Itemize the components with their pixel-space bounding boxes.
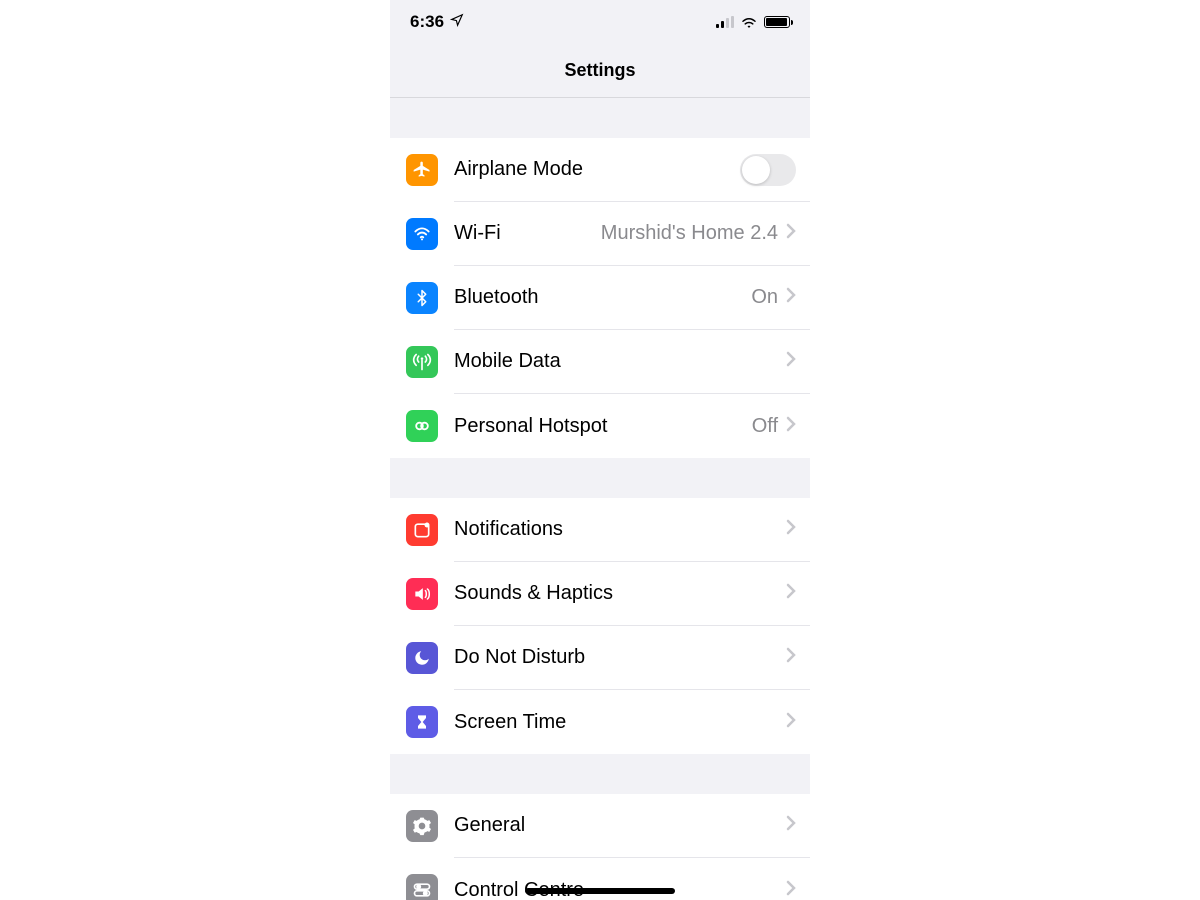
phone-frame: 6:36 Settings bbox=[390, 0, 810, 900]
status-bar: 6:36 bbox=[390, 0, 810, 44]
wifi-status-icon bbox=[740, 15, 758, 29]
navigation-arrow-icon bbox=[450, 12, 464, 32]
row-value: On bbox=[751, 286, 778, 309]
row-label: General bbox=[454, 814, 525, 837]
notifications-icon bbox=[406, 514, 438, 546]
gear-icon bbox=[406, 810, 438, 842]
hotspot-icon bbox=[406, 410, 438, 442]
wifi-icon bbox=[406, 218, 438, 250]
moon-icon bbox=[406, 642, 438, 674]
section-gap bbox=[390, 98, 810, 138]
row-value: Murshid's Home 2.4 bbox=[601, 222, 778, 245]
page-title-label: Settings bbox=[564, 60, 635, 81]
row-bluetooth[interactable]: Bluetooth On bbox=[390, 266, 810, 330]
airplane-toggle[interactable] bbox=[740, 154, 796, 186]
antenna-icon bbox=[406, 346, 438, 378]
battery-icon bbox=[764, 16, 790, 28]
row-do-not-disturb[interactable]: Do Not Disturb bbox=[390, 626, 810, 690]
section-gap bbox=[390, 754, 810, 794]
row-label: Mobile Data bbox=[454, 350, 561, 373]
cellular-signal-icon bbox=[716, 16, 734, 28]
row-label: Notifications bbox=[454, 518, 563, 541]
bluetooth-icon bbox=[406, 282, 438, 314]
status-time: 6:36 bbox=[410, 12, 444, 32]
row-label: Sounds & Haptics bbox=[454, 582, 613, 605]
row-label: Personal Hotspot bbox=[454, 415, 607, 438]
settings-section-system: General Control Centre bbox=[390, 794, 810, 900]
sounds-icon bbox=[406, 578, 438, 610]
row-airplane-mode[interactable]: Airplane Mode bbox=[390, 138, 810, 202]
section-gap bbox=[390, 458, 810, 498]
row-label: Bluetooth bbox=[454, 286, 539, 309]
row-sounds-haptics[interactable]: Sounds & Haptics bbox=[390, 562, 810, 626]
row-general[interactable]: General bbox=[390, 794, 810, 858]
row-screen-time[interactable]: Screen Time bbox=[390, 690, 810, 754]
chevron-right-icon bbox=[786, 583, 796, 604]
page-title: Settings bbox=[390, 44, 810, 98]
settings-section-connectivity: Airplane Mode Wi-Fi Murshid's Home 2.4 bbox=[390, 138, 810, 458]
airplane-icon bbox=[406, 154, 438, 186]
row-personal-hotspot[interactable]: Personal Hotspot Off bbox=[390, 394, 810, 458]
chevron-right-icon bbox=[786, 351, 796, 372]
status-right bbox=[716, 15, 790, 29]
chevron-right-icon bbox=[786, 712, 796, 733]
chevron-right-icon bbox=[786, 647, 796, 668]
chevron-right-icon bbox=[786, 880, 796, 900]
row-label: Airplane Mode bbox=[454, 158, 583, 181]
chevron-right-icon bbox=[786, 223, 796, 244]
row-notifications[interactable]: Notifications bbox=[390, 498, 810, 562]
chevron-right-icon bbox=[786, 416, 796, 437]
row-label: Wi-Fi bbox=[454, 222, 501, 245]
settings-section-alerts: Notifications Sounds & Haptics bbox=[390, 498, 810, 754]
row-value: Off bbox=[752, 415, 778, 438]
row-mobile-data[interactable]: Mobile Data bbox=[390, 330, 810, 394]
row-wifi[interactable]: Wi-Fi Murshid's Home 2.4 bbox=[390, 202, 810, 266]
switches-icon bbox=[406, 874, 438, 900]
row-label: Screen Time bbox=[454, 711, 566, 734]
hourglass-icon bbox=[406, 706, 438, 738]
chevron-right-icon bbox=[786, 287, 796, 308]
row-label: Do Not Disturb bbox=[454, 646, 585, 669]
home-indicator[interactable] bbox=[525, 888, 675, 894]
chevron-right-icon bbox=[786, 815, 796, 836]
status-left: 6:36 bbox=[410, 12, 464, 32]
chevron-right-icon bbox=[786, 519, 796, 540]
